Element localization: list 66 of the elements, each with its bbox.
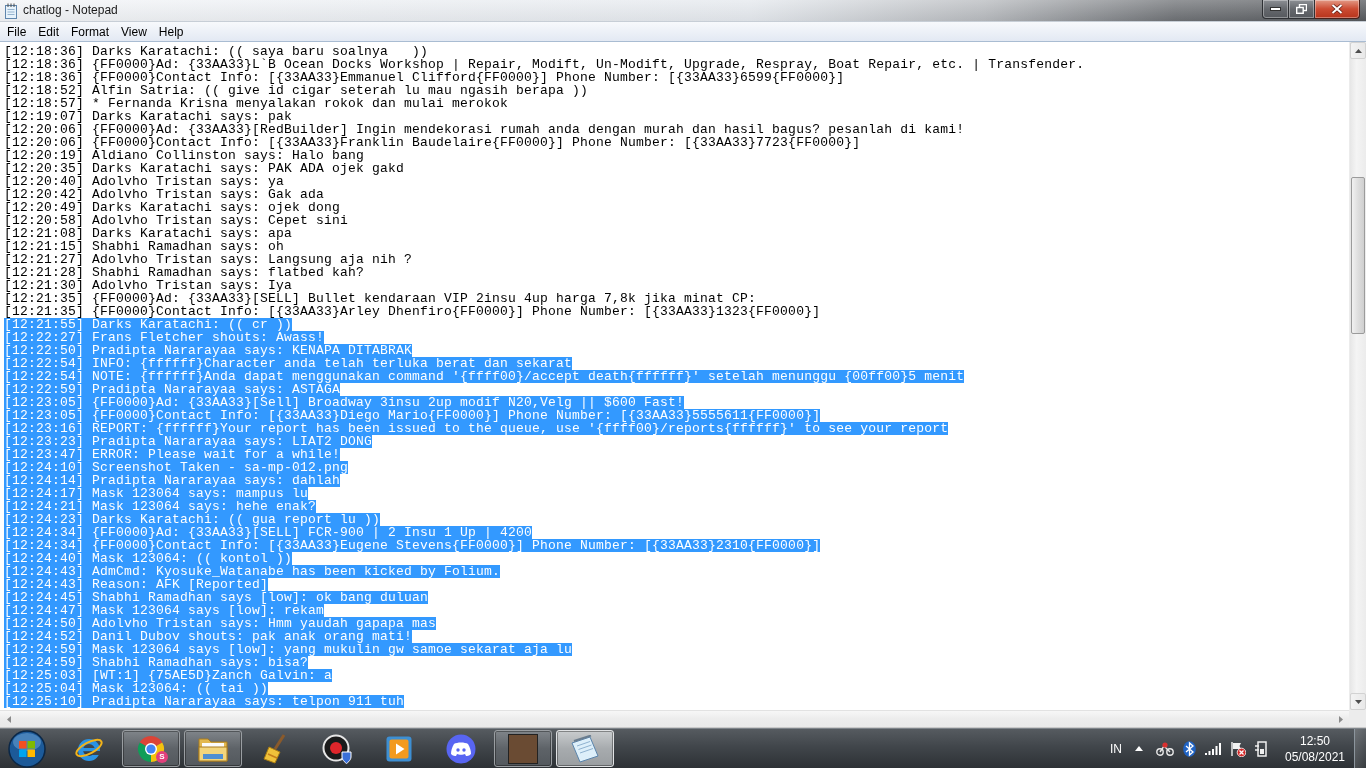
text-line: [12:18:36] Darks Karatachi: (( saya baru soalnya )) — [4, 45, 429, 58]
text-line: [12:18:57] * Fernanda Krisna menyalakan rokok dan mulai merokok — [4, 97, 509, 110]
text-line: [12:21:35] {FF0000}Ad: {33AA33}[SELL] Bullet kendaraan VIP 2insu 4up harga 7,8k jika minat CP: — [4, 292, 757, 305]
profile-badge: S — [156, 751, 168, 763]
scrollbar-corner — [1349, 710, 1366, 727]
close-icon — [1331, 4, 1343, 14]
text-line: [12:21:28] Shabhi Ramadhan says: flatbed kah? — [4, 266, 365, 279]
caret-up-icon — [1135, 746, 1143, 751]
notepad-icon — [570, 734, 600, 763]
text-line: [12:21:08] Darks Karatachi says: apa — [4, 227, 293, 240]
text-line: [12:18:36] {FF0000}Contact Info: [{33AA33}Emmanuel Clifford{FF0000}] Phone Number: [{33AA33}6599{FF0000}] — [4, 71, 845, 84]
menu-item[interactable]: View — [115, 22, 153, 41]
minimize-icon — [1270, 7, 1281, 11]
signal-icon[interactable] — [1205, 742, 1221, 755]
text-line: [12:20:06] {FF0000}Ad: {33AA33}[RedBuilder] Ingin mendekorasi rumah anda dengan murah dan hasil bagus? pesanlah di kami! — [4, 123, 965, 136]
window-title: chatlog - Notepad — [23, 2, 118, 19]
menu-item[interactable]: Format — [65, 22, 116, 41]
text-line: [12:20:06] {FF0000}Contact Info: [{33AA33}Franklin Baudelaire{FF0000}] Phone Number: [{33AA33}7723{FF0000}] — [4, 136, 861, 149]
restore-icon — [1296, 4, 1307, 14]
close-button[interactable] — [1315, 0, 1360, 19]
portrait-placeholder — [508, 733, 538, 764]
text-line: [12:20:58] Adolvho Tristan says: Cepet sini — [4, 214, 349, 227]
text-line: [12:18:36] {FF0000}Ad: {33AA33}L`B Ocean Docks Workshop | Repair, Modift, Un-Modift, Upgrade, Respray, Boat Repair, etc. | Transfender. — [4, 58, 1085, 71]
restore-button[interactable] — [1289, 0, 1315, 19]
down-arrow-icon — [1354, 699, 1362, 704]
text-line: [12:20:40] Adolvho Tristan says: ya — [4, 175, 285, 188]
battery-icon[interactable] — [1255, 740, 1269, 757]
language-indicator[interactable]: IN — [1110, 741, 1122, 756]
vertical-scrollbar[interactable] — [1349, 42, 1366, 710]
text-line: [12:20:42] Adolvho Tristan says: Gak ada — [4, 188, 325, 201]
taskbar-button[interactable] — [184, 730, 242, 767]
folder-icon — [198, 735, 228, 762]
broom-icon — [263, 733, 287, 764]
horizontal-scrollbar[interactable] — [0, 710, 1349, 727]
taskbar-button[interactable]: S — [122, 730, 180, 767]
bicycle-icon[interactable] — [1156, 741, 1174, 756]
text-line: [12:18:52] Alfin Satria: (( give id cigar seterah lu mau ngasih berapa )) — [4, 84, 589, 97]
segmented-circle-icon — [137, 734, 165, 763]
bluetooth-icon[interactable] — [1183, 740, 1196, 757]
text-line: [12:20:35] Darks Karatachi says: PAK ADA ojek gakd — [4, 162, 405, 175]
menu-item[interactable]: File — [1, 22, 33, 41]
clock-button[interactable]: 12:50 05/08/2021 — [1282, 732, 1348, 765]
text-line: [12:20:49] Darks Karatachi says: ojek dong — [4, 201, 341, 214]
minimize-button[interactable] — [1262, 0, 1289, 19]
left-arrow-icon — [6, 715, 11, 723]
play-icon — [386, 735, 412, 762]
show-desktop-button[interactable] — [1354, 729, 1366, 768]
flag-icon[interactable] — [1230, 740, 1246, 757]
scroll-down-button[interactable] — [1350, 693, 1366, 710]
record-icon — [322, 733, 352, 764]
text-line: [12:21:30] Adolvho Tristan says: Iya — [4, 279, 293, 292]
menu-item[interactable]: Help — [152, 22, 190, 41]
right-arrow-icon — [1338, 715, 1343, 723]
notepad-icon — [3, 3, 19, 19]
taskbar-button[interactable] — [494, 730, 552, 767]
text-line: [12:21:15] Shabhi Ramadhan says: oh — [4, 240, 285, 253]
controller-icon — [446, 733, 476, 764]
text-line: [12:21:35] {FF0000}Contact Info: [{33AA33}Arley Dhenfiro{FF0000}] Phone Number: [{33AA33}1323{FF0000}] — [4, 305, 821, 318]
up-arrow-icon — [1354, 48, 1362, 53]
scroll-up-button[interactable] — [1350, 42, 1366, 59]
scrollbar-thumb[interactable] — [1351, 177, 1365, 334]
start-orb-icon — [8, 729, 46, 768]
menu-item[interactable]: Edit — [32, 22, 66, 41]
text-line: [12:20:19] Aldiano Collinston says: Halo bang — [4, 149, 365, 162]
text-line: [12:21:27] Adolvho Tristan says: Langsung aja nih ? — [4, 253, 413, 266]
text-line: [12:19:07] Darks Karatachi says: pak — [4, 110, 293, 123]
